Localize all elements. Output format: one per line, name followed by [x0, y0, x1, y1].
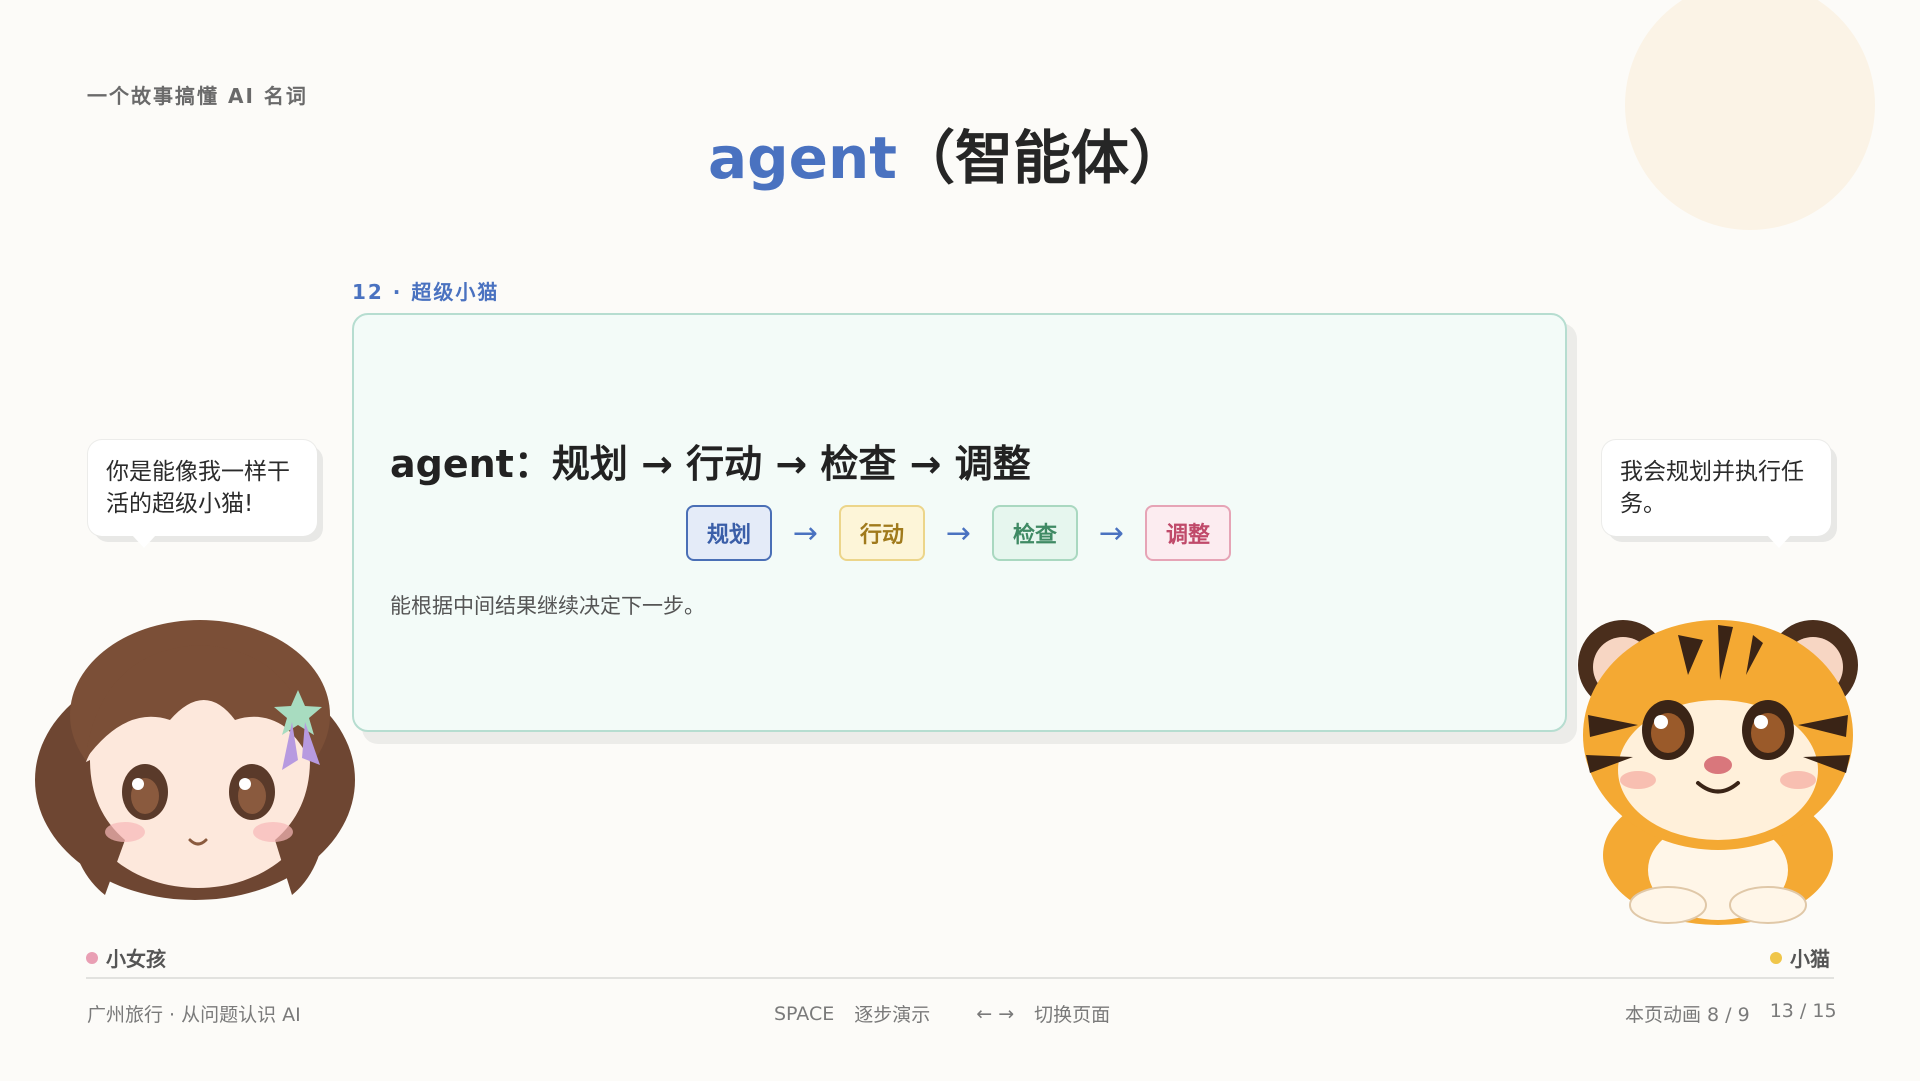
slide: 一个故事搞懂 AI 名词 agent（智能体） 12 · 超级小猫 agent：… [0, 0, 1920, 1081]
bubble-tail [1767, 535, 1791, 548]
bubble-tail [132, 535, 156, 548]
pink-dot-icon [86, 951, 98, 964]
yellow-dot-icon [1770, 951, 1782, 964]
page-progress: 13 / 15 [1769, 1000, 1837, 1022]
tiger-cub-avatar-icon [1578, 620, 1858, 925]
card-heading: agent：规划 → 行动 → 检查 → 调整 [390, 442, 1031, 486]
arrow-keys-hint: ← → [976, 1002, 1015, 1025]
card-description: 能根据中间结果继续决定下一步。 [390, 594, 705, 618]
card-tag: 12 · 超级小猫 [352, 280, 500, 304]
cat-speech-bubble: 我会规划并执行任务。 [1602, 440, 1831, 548]
chibi-girl-avatar-icon [35, 620, 355, 900]
girl-speech-bubble: 你是能像我一样干活的超级小猫! [88, 440, 317, 548]
arrow-right-icon: → [945, 515, 972, 551]
course-title: 广州旅行 · 从问题认识 AI [87, 1004, 301, 1026]
cat-name: 小猫 [1790, 947, 1830, 971]
series-label: 一个故事搞懂 AI 名词 [87, 84, 308, 108]
footer-divider [86, 977, 1834, 979]
cat-speech-text: 我会规划并执行任务。 [1620, 459, 1804, 517]
step-adjust: 调整 [1145, 505, 1231, 561]
arrow-right-icon: → [1098, 515, 1125, 551]
space-action: 逐步演示 [854, 1004, 931, 1026]
progress-indicators: 本页动画 8 / 9 13 / 15 [1625, 1000, 1837, 1027]
step-plan: 规划 [686, 505, 772, 561]
concept-card: agent：规划 → 行动 → 检查 → 调整 规划 → 行动 → 检查 → 调… [352, 313, 1567, 732]
agent-loop-flow: 规划 → 行动 → 检查 → 调整 [686, 505, 1231, 561]
arrow-keys-action: 切换页面 [1034, 1004, 1111, 1026]
animation-progress: 本页动画 8 / 9 [1625, 1004, 1750, 1026]
step-check: 检查 [992, 505, 1078, 561]
title-term: agent [707, 124, 897, 192]
cat-name-label: 小猫 [1770, 943, 1830, 972]
space-key-hint: SPACE [774, 1002, 835, 1025]
page-title: agent（智能体） [0, 118, 1895, 198]
girl-name: 小女孩 [106, 947, 166, 971]
title-term-chinese: （智能体） [897, 124, 1188, 192]
keyboard-hints: SPACE 逐步演示 ← → 切换页面 [774, 1000, 1130, 1027]
step-act: 行动 [839, 505, 925, 561]
arrow-right-icon: → [792, 515, 819, 551]
girl-name-label: 小女孩 [86, 943, 166, 972]
girl-speech-text: 你是能像我一样干活的超级小猫! [106, 459, 290, 517]
